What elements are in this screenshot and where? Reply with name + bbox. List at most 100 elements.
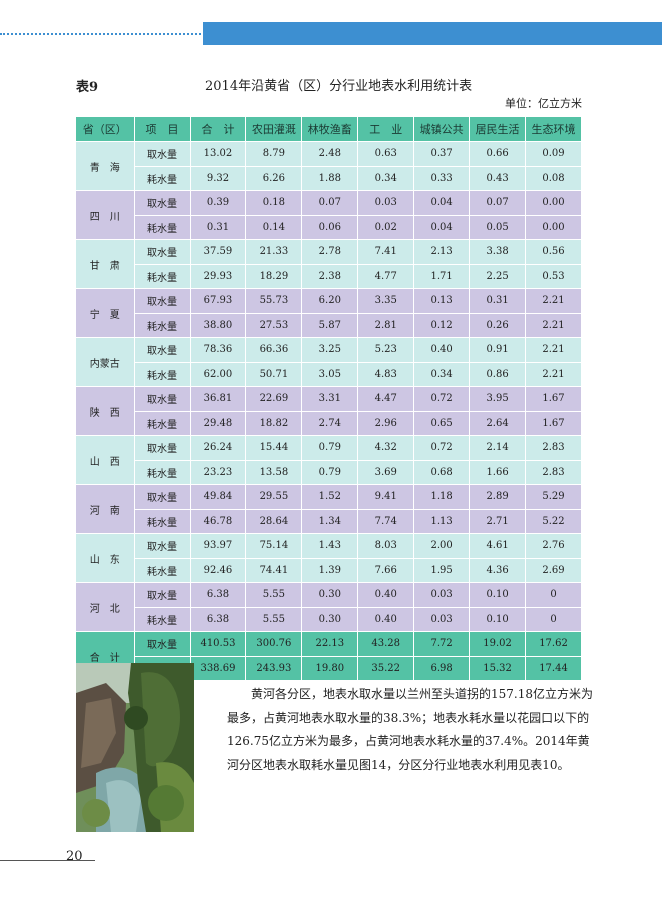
item-cell: 取水量 [134, 239, 191, 265]
value-cell: 22.69 [245, 386, 303, 412]
value-cell: 2.71 [469, 509, 527, 534]
value-cell: 6.26 [245, 166, 303, 191]
region-cell: 内蒙古 [76, 337, 135, 387]
region-cell: 陕 西 [76, 386, 135, 436]
value-cell: 29.93 [190, 264, 247, 289]
value-cell: 0.40 [357, 607, 415, 632]
value-cell: 2.83 [525, 435, 582, 461]
unit-note: 单位：亿立方米 [505, 97, 582, 110]
value-cell: 0.03 [413, 582, 471, 608]
value-cell: 7.66 [357, 558, 415, 583]
item-cell: 取水量 [134, 386, 191, 412]
value-cell: 2.38 [301, 264, 359, 289]
value-cell: 300.76 [245, 631, 303, 657]
value-cell: 43.28 [357, 631, 415, 657]
value-cell: 0.72 [413, 435, 471, 461]
table-row: 宁 夏取水量 67.93 55.73 6.20 3.35 0.13 0.31 2.21 [76, 288, 582, 338]
region-cell: 山 西 [76, 435, 135, 485]
value-cell: 0.08 [525, 166, 582, 191]
item-cell: 耗水量 [134, 166, 191, 191]
value-cell: 18.82 [245, 411, 303, 436]
region-cell: 青 海 [76, 141, 135, 191]
value-cell: 6.20 [301, 288, 359, 314]
item-cell: 取水量 [134, 435, 191, 461]
value-cell: 2.21 [525, 288, 582, 314]
value-cell: 0 [525, 607, 582, 632]
table-row: 耗水量 23.23 13.58 0.79 3.69 0.68 1.66 2.83 [76, 460, 582, 485]
value-cell: 3.95 [469, 386, 527, 412]
table-row: 耗水量 38.80 27.53 5.87 2.81 0.12 0.26 2.21 [76, 313, 582, 338]
value-cell: 2.89 [469, 484, 527, 510]
river-gorge-photo [76, 663, 194, 832]
item-cell: 耗水量 [134, 362, 191, 387]
item-cell: 取水量 [134, 141, 191, 167]
value-cell: 2.64 [469, 411, 527, 436]
value-cell: 3.38 [469, 239, 527, 265]
item-cell: 耗水量 [134, 460, 191, 485]
value-cell: 4.61 [469, 533, 527, 559]
value-cell: 1.88 [301, 166, 359, 191]
value-cell: 1.18 [413, 484, 471, 510]
value-cell: 62.00 [190, 362, 247, 387]
value-cell: 13.02 [190, 141, 247, 167]
value-cell: 0.79 [301, 460, 359, 485]
body-paragraph: 黄河各分区，地表水取水量以兰州至头道拐的157.18亿立方米为最多，占黄河地表水… [227, 683, 597, 778]
value-cell: 6.38 [190, 582, 247, 608]
table-title: 2014年沿黄省（区）分行业地表水利用统计表 [205, 79, 473, 94]
value-cell: 5.87 [301, 313, 359, 338]
value-cell: 0.65 [413, 411, 471, 436]
value-cell: 0.31 [469, 288, 527, 314]
value-cell: 0.03 [413, 607, 471, 632]
table-row: 耗水量 6.38 5.55 0.30 0.40 0.03 0.10 0 [76, 607, 582, 632]
region-cell: 河 北 [76, 582, 135, 632]
table-row: 陕 西取水量 36.81 22.69 3.31 4.47 0.72 3.95 1.67 [76, 386, 582, 436]
value-cell: 0.30 [301, 607, 359, 632]
value-cell: 0.68 [413, 460, 471, 485]
value-cell: 2.78 [301, 239, 359, 265]
value-cell: 2.21 [525, 362, 582, 387]
value-cell: 21.33 [245, 239, 303, 265]
value-cell: 78.36 [190, 337, 247, 363]
value-cell: 0.10 [469, 607, 527, 632]
table-row: 河 北取水量 6.38 5.55 0.30 0.40 0.03 0.10 0 [76, 582, 582, 632]
table-row: 甘 肃取水量 37.59 21.33 2.78 7.41 2.13 3.38 0.56 [76, 239, 582, 289]
value-cell: 37.59 [190, 239, 247, 265]
value-cell: 0.10 [469, 582, 527, 608]
page-number: 20 [66, 849, 83, 864]
value-cell: 5.23 [357, 337, 415, 363]
value-cell: 0.09 [525, 141, 582, 167]
value-cell: 19.80 [301, 656, 359, 681]
value-cell: 36.81 [190, 386, 247, 412]
value-cell: 5.22 [525, 509, 582, 534]
value-cell: 338.69 [190, 656, 247, 681]
table-row: 耗水量 62.00 50.71 3.05 4.83 0.34 0.86 2.21 [76, 362, 582, 387]
table-row: 四 川取水量 0.39 0.18 0.07 0.03 0.04 0.07 0.00 [76, 190, 582, 240]
value-cell: 26.24 [190, 435, 247, 461]
table-row: 耗水量 46.78 28.64 1.34 7.74 1.13 2.71 5.22 [76, 509, 582, 534]
value-cell: 15.32 [469, 656, 527, 681]
value-cell: 1.66 [469, 460, 527, 485]
header-cell: 生态环境 [525, 117, 582, 142]
table-body: 青 海取水量 13.02 8.79 2.48 0.63 0.37 0.66 0.09 耗水量 9.… [76, 141, 582, 681]
water-usage-table: 省（区） 项 目 合 计 农田灌溉 林牧渔畜 工 业 城镇公共 居民生活 生态环… [76, 117, 582, 681]
table-row: 耗水量 29.48 18.82 2.74 2.96 0.65 2.64 1.67 [76, 411, 582, 436]
value-cell: 1.71 [413, 264, 471, 289]
table-row: 内蒙古 取水量 78.36 66.36 3.25 5.23 0.40 0.91 2.21 [76, 337, 582, 387]
value-cell: 0.66 [469, 141, 527, 167]
region-cell: 甘 肃 [76, 239, 135, 289]
value-cell: 15.44 [245, 435, 303, 461]
value-cell: 1.13 [413, 509, 471, 534]
value-cell: 75.14 [245, 533, 303, 559]
value-cell: 3.05 [301, 362, 359, 387]
table-row: 山 东取水量 93.97 75.14 1.43 8.03 2.00 4.61 2.76 [76, 533, 582, 583]
item-cell: 取水量 [134, 337, 191, 363]
value-cell: 18.29 [245, 264, 303, 289]
value-cell: 0 [525, 582, 582, 608]
region-cell: 四 川 [76, 190, 135, 240]
value-cell: 1.67 [525, 411, 582, 436]
table-row: 河 南取水量 49.84 29.55 1.52 9.41 1.18 2.89 5.29 [76, 484, 582, 534]
value-cell: 8.03 [357, 533, 415, 559]
value-cell: 3.31 [301, 386, 359, 412]
value-cell: 0.91 [469, 337, 527, 363]
table-row: 耗水量 92.46 74.41 1.39 7.66 1.95 4.36 2.69 [76, 558, 582, 583]
